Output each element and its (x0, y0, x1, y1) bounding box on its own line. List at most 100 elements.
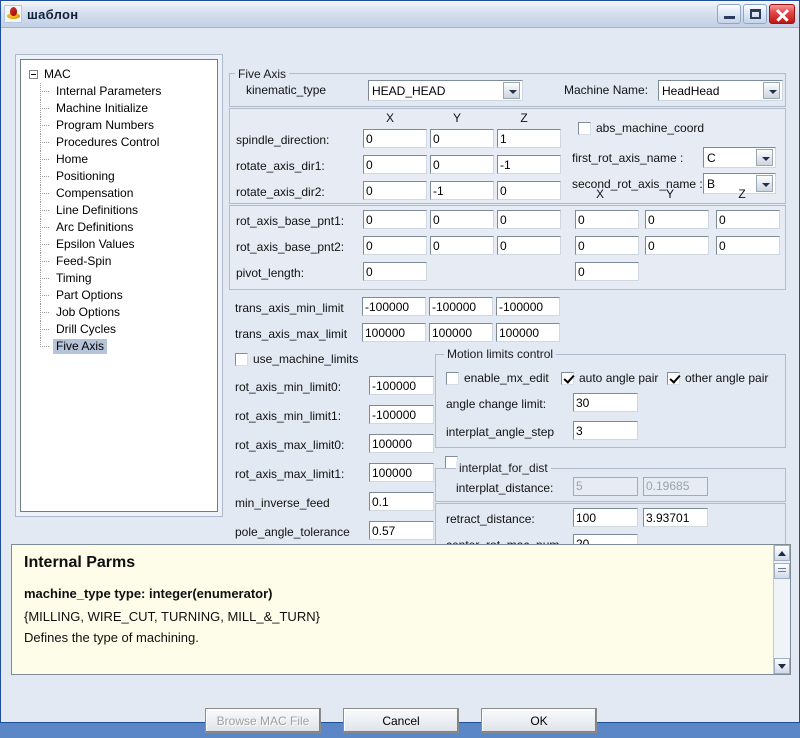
rot-axis-base-pnt2-ry[interactable] (645, 236, 709, 255)
rotate-axis-dir1-z[interactable] (497, 155, 561, 174)
rot-axis-base-pnt2-rx[interactable] (575, 236, 639, 255)
right-x-header: X (595, 187, 604, 201)
sidebar-item-arc-definitions[interactable]: Arc Definitions (27, 219, 215, 236)
checkbox-icon[interactable] (446, 371, 459, 385)
first-rot-axis-name-combo[interactable]: C (703, 147, 776, 168)
spindle-direction-x[interactable] (363, 129, 427, 148)
retract-distance-in[interactable] (643, 508, 708, 527)
tree-root-label: MAC (44, 67, 71, 81)
sidebar-item-home[interactable]: Home (27, 151, 215, 168)
browse-mac-file-button[interactable]: Browse MAC File (205, 708, 321, 733)
checkbox-icon[interactable] (578, 121, 591, 135)
checkbox-icon[interactable] (235, 352, 248, 366)
other-angle-pair-checkbox[interactable]: other angle pair (667, 371, 768, 385)
machine-name-label: Machine Name: (564, 83, 649, 97)
angle-change-limit-input[interactable] (573, 393, 638, 412)
chevron-down-icon[interactable] (503, 82, 520, 99)
mac-tree[interactable]: MAC Internal Parameters Machine Initializ… (20, 59, 218, 512)
client-area: MAC Internal Parameters Machine Initializ… (1, 28, 799, 733)
pole-angle-tolerance-input[interactable] (369, 521, 434, 540)
rot-axis-base-pnt2-y[interactable] (430, 236, 494, 255)
trans-axis-max-limit-x[interactable] (362, 323, 426, 342)
spindle-direction-z[interactable] (497, 129, 561, 148)
sidebar-item-drill-cycles[interactable]: Drill Cycles (27, 321, 215, 338)
sidebar-item-internal-parameters[interactable]: Internal Parameters (27, 83, 215, 100)
tree-connector-icon (40, 151, 51, 168)
rot-axis-max-limit1-input[interactable] (369, 463, 434, 482)
rotate-axis-dir2-y[interactable] (430, 181, 494, 200)
trans-axis-min-limit-x[interactable] (362, 297, 426, 316)
maximize-button[interactable] (743, 4, 767, 24)
tree-item-label: Timing (56, 271, 92, 285)
close-button[interactable] (769, 4, 795, 24)
doc-scrollbar[interactable] (773, 545, 790, 674)
minimize-button[interactable] (717, 4, 741, 24)
use-machine-limits-checkbox[interactable]: use_machine_limits (235, 352, 358, 366)
enable-mx-edit-checkbox[interactable]: enable_mx_edit (446, 371, 549, 385)
checkbox-checked-icon[interactable] (561, 371, 574, 385)
retract-distance-mm[interactable] (573, 508, 638, 527)
rot-axis-base-pnt1-x[interactable] (363, 210, 427, 229)
kinematic-type-combo[interactable]: HEAD_HEAD (368, 80, 523, 101)
rot-axis-min-limit1-input[interactable] (369, 405, 434, 424)
spindle-direction-y[interactable] (430, 129, 494, 148)
y-header: Y (452, 111, 461, 125)
pivot-length-x[interactable] (363, 262, 427, 281)
tree-item-label: Machine Initialize (56, 101, 149, 115)
interplat-angle-step-input[interactable] (573, 421, 638, 440)
machine-name-combo[interactable]: HeadHead (658, 80, 783, 101)
trans-limits-area: trans_axis_min_limit trans_axis_max_limi… (229, 296, 786, 354)
sidebar-item-procedures-control[interactable]: Procedures Control (27, 134, 215, 151)
sidebar-item-part-options[interactable]: Part Options (27, 287, 215, 304)
rot-axis-base-pnt1-z[interactable] (497, 210, 561, 229)
rotate-axis-dir2-x[interactable] (363, 181, 427, 200)
scroll-down-icon[interactable] (774, 658, 790, 674)
interplat-distance-in: 0.19685 (643, 477, 708, 496)
caption-buttons (717, 4, 797, 24)
min-inverse-feed-input[interactable] (369, 492, 434, 511)
rot-axis-min-limit0-input[interactable] (369, 376, 434, 395)
trans-axis-min-limit-y[interactable] (429, 297, 493, 316)
sidebar-item-job-options[interactable]: Job Options (27, 304, 215, 321)
sidebar-item-epsilon-values[interactable]: Epsilon Values (27, 236, 215, 253)
rot-axis-base-pnt2-x[interactable] (363, 236, 427, 255)
rot-axis-base-pnt2-rz[interactable] (716, 236, 780, 255)
collapse-icon[interactable] (29, 70, 38, 79)
trans-axis-max-limit-y[interactable] (429, 323, 493, 342)
ok-button[interactable]: OK (481, 708, 597, 733)
rot-axis-base-pnt2-z[interactable] (497, 236, 561, 255)
pivot-length-rx[interactable] (575, 262, 639, 281)
rot-axis-base-pnt1-rx[interactable] (575, 210, 639, 229)
rot-axis-base-pnt1-rz[interactable] (716, 210, 780, 229)
rot-axis-max-limit0-input[interactable] (369, 434, 434, 453)
chevron-down-icon[interactable] (756, 149, 773, 166)
rot-axis-base-pnt1-y[interactable] (430, 210, 494, 229)
sidebar-item-line-definitions[interactable]: Line Definitions (27, 202, 215, 219)
sidebar-item-positioning[interactable]: Positioning (27, 168, 215, 185)
checkbox-checked-icon[interactable] (667, 371, 680, 385)
trans-axis-max-limit-z[interactable] (496, 323, 560, 342)
scrollbar-thumb[interactable] (774, 563, 790, 579)
five-axis-group-legend: Five Axis (235, 67, 290, 81)
sidebar-item-machine-initialize[interactable]: Machine Initialize (27, 100, 215, 117)
sidebar-item-five-axis[interactable]: Five Axis (27, 338, 215, 355)
sidebar-item-program-numbers[interactable]: Program Numbers (27, 117, 215, 134)
five-axis-group: kinematic_type HEAD_HEAD Machine Name: H… (229, 66, 786, 561)
rotate-axis-dir1-y[interactable] (430, 155, 494, 174)
sidebar-item-timing[interactable]: Timing (27, 270, 215, 287)
sidebar-item-feed-spin[interactable]: Feed-Spin (27, 253, 215, 270)
rotate-axis-dir1-x[interactable] (363, 155, 427, 174)
trans-axis-min-limit-z[interactable] (496, 297, 560, 316)
app-icon (4, 5, 22, 23)
auto-angle-pair-checkbox[interactable]: auto angle pair (561, 371, 658, 385)
rot-axis-base-pnt1-ry[interactable] (645, 210, 709, 229)
abs-machine-coord-checkbox[interactable]: abs_machine_coord (578, 121, 704, 135)
z-header: Z (520, 111, 528, 125)
tree-node-root[interactable]: MAC (27, 66, 215, 83)
interplat-distance-mm: 5 (573, 477, 638, 496)
chevron-down-icon[interactable] (763, 82, 780, 99)
rotate-axis-dir2-z[interactable] (497, 181, 561, 200)
sidebar-item-compensation[interactable]: Compensation (27, 185, 215, 202)
cancel-button[interactable]: Cancel (343, 708, 459, 733)
scroll-up-icon[interactable] (774, 545, 790, 561)
